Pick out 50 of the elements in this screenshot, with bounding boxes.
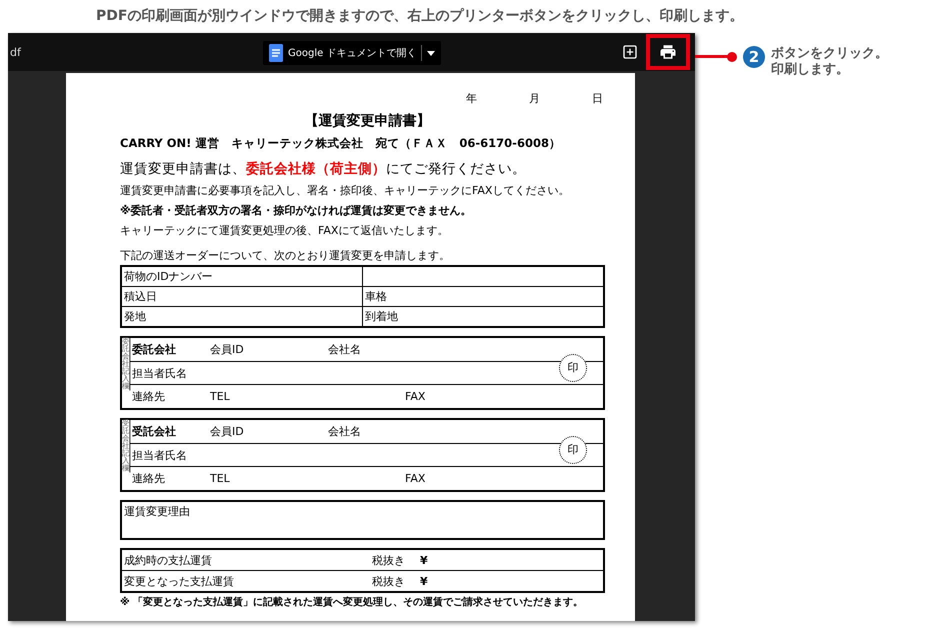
footnote-text: ※ 「変更となった支払運賃」に記載された運賃へ変更処理し、その運賃でご請求させていただきます。 bbox=[120, 595, 584, 609]
tax-label: 税抜き bbox=[372, 574, 406, 588]
file-name: df bbox=[10, 46, 21, 58]
callout-text: 印刷します。 bbox=[771, 62, 850, 78]
field-label: 運賃変更理由 bbox=[124, 505, 190, 518]
caret-icon bbox=[427, 50, 436, 56]
table-cell-text: 積込日 bbox=[123, 289, 158, 305]
table-cell-text: 荷物のIDナンバー bbox=[123, 269, 214, 285]
party-name: 受託会社 bbox=[132, 424, 177, 439]
field-label: FAX bbox=[405, 472, 426, 486]
lead-text: 下記の運送オーダーについて、次のとおり運賃変更を申請します。 bbox=[120, 248, 451, 263]
field-label: TEL bbox=[210, 472, 231, 486]
addressee-text: CARRY ON! 運営 キャリーテック株式会社 宛て（ＦＡＸ 06-6170-6008） bbox=[120, 136, 562, 151]
date-label: 日 bbox=[592, 91, 603, 106]
open-in-docs-button[interactable]: Google ドキュメントで開く bbox=[263, 41, 442, 65]
note-text: ※委託者・受託者双方の署名・捺印がなければ運賃は変更できません。 bbox=[120, 203, 473, 218]
field-label: 担当者氏名 bbox=[132, 366, 188, 380]
document-icon bbox=[269, 44, 283, 62]
date-label: 月 bbox=[529, 91, 540, 106]
table-cell-text: 成約時の支払運賃 bbox=[123, 552, 213, 568]
field-label: 会員ID bbox=[210, 424, 245, 439]
note-text: 運賃変更申請書に必要事項を記入し、署名・捺印後、キャリーテックにFAXしてください。 bbox=[120, 183, 570, 198]
table-cell: 車格 bbox=[362, 287, 603, 306]
instruction-text: PDFの印刷画面が別ウインドウで開きますので、右上のプリンターボタンをクリックし、印刷します。 bbox=[95, 7, 744, 26]
field-label: TEL bbox=[210, 390, 231, 404]
printer-icon bbox=[659, 43, 677, 61]
field-label: 担当者氏名 bbox=[132, 448, 188, 462]
table-cell: 到着地 bbox=[362, 307, 603, 326]
table-cell-text: 発地 bbox=[123, 309, 147, 325]
field-label: 連絡先 bbox=[132, 389, 166, 404]
field-label: 会社名 bbox=[328, 424, 362, 439]
seal-mark: 印 bbox=[559, 436, 587, 464]
step-number: 2 bbox=[743, 46, 765, 68]
table-cell-text: 変更となった支払運賃 bbox=[123, 574, 235, 590]
callout-text: ボタンをクリック。 bbox=[771, 46, 888, 62]
note-text: キャリーテックにて運賃変更処理の後、FAXにて返信いたします。 bbox=[120, 223, 450, 238]
print-button[interactable] bbox=[646, 34, 690, 70]
yen-sign: ¥ bbox=[420, 574, 429, 588]
date-label: 年 bbox=[466, 91, 477, 106]
field-label: FAX bbox=[405, 390, 426, 404]
field-label: 会員ID bbox=[210, 342, 245, 357]
add-comment-icon[interactable] bbox=[622, 44, 638, 60]
field-label: 会社名 bbox=[328, 342, 362, 357]
party-name: 委託会社 bbox=[132, 342, 177, 357]
field-label: 連絡先 bbox=[132, 471, 166, 486]
seal-mark: 印 bbox=[559, 354, 587, 382]
intro-text: 運賃変更申請書は、委託会社様（荷主側）にてご発行ください。 bbox=[120, 160, 527, 178]
document-title: 【運賃変更申請書】 bbox=[304, 112, 432, 130]
yen-sign: ¥ bbox=[420, 554, 429, 566]
tax-label: 税抜き bbox=[372, 552, 406, 568]
